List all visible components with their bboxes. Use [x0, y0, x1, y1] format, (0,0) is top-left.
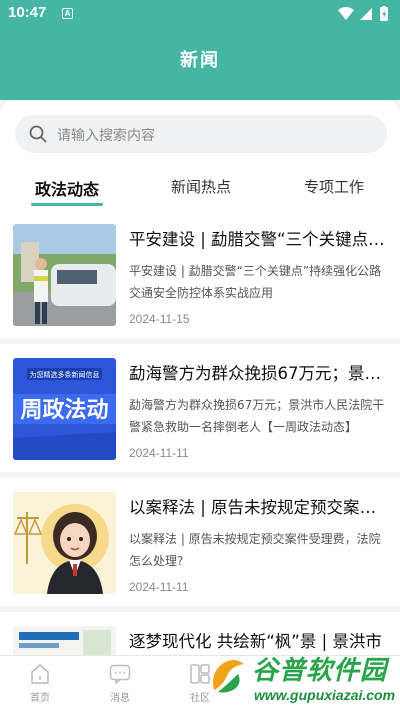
news-tabs: 政法动态 新闻热点 专项工作	[0, 170, 400, 210]
search-input[interactable]: 请输入搜索内容	[15, 115, 387, 153]
tab-special-work[interactable]: 专项工作	[274, 176, 394, 197]
article-summary: 勐海警方为群众挽损67万元；景洪市人民法院干警紧急救助一名摔倒老人【一周政法动态…	[129, 398, 385, 434]
main-content: 请输入搜索内容 政法动态 新闻热点 专项工作 平安建设 | 勐腊交警“三个关键点	[0, 100, 400, 655]
article-summary: 平安建设 | 勐腊交警“三个关键点”持续强化公路交通安全防控体系实战应用	[129, 264, 382, 300]
article-thumbnail	[13, 626, 116, 655]
status-bar: 10:47 A	[0, 0, 400, 28]
tab-news-hotspots[interactable]: 新闻热点	[141, 176, 261, 197]
list-item[interactable]: 为您精选多条新闻信息 周政法动 勐海警方为群众挽损67万元；景洪市人民法院干警紧…	[0, 344, 400, 472]
search-icon	[29, 125, 47, 143]
watermark-logo-icon	[213, 660, 244, 693]
page-title: 新闻	[180, 50, 220, 71]
article-date: 2024-11-15	[129, 312, 190, 326]
watermark-title: 谷普软件园	[252, 656, 388, 686]
thumb-banner-text: 为您精选多条新闻信息	[30, 370, 100, 379]
status-icons	[338, 6, 388, 21]
list-item[interactable]: 以案释法 | 原告未按规定预交案件受理费，法院怎么处理？ 以案释法 | 原告未按…	[0, 478, 400, 606]
active-tab-indicator	[31, 203, 103, 206]
article-list: 平安建设 | 勐腊交警“三个关键点”持续强化公路交通安全防控体系实战应用 平安建…	[0, 210, 400, 655]
nav-home[interactable]: 首页	[10, 662, 70, 704]
article-date: 2024-11-11	[129, 580, 189, 594]
notification-a-icon: A	[62, 8, 73, 19]
message-icon	[109, 664, 131, 685]
article-thumbnail: 为您精选多条新闻信息 周政法动	[13, 358, 116, 460]
home-icon	[31, 664, 49, 684]
article-title: 勐海警方为群众挽损67万元；景洪市人民法院干警紧急救助一名摔倒老人	[129, 364, 391, 383]
article-date: 2024-11-11	[129, 446, 189, 460]
article-title: 以案释法 | 原告未按规定预交案件受理费，法院怎么处理？	[129, 498, 391, 517]
status-time: 10:47	[8, 4, 47, 21]
nav-messages-label: 消息	[110, 693, 130, 704]
search-placeholder: 请输入搜索内容	[57, 128, 155, 144]
app-header: 10:47 A 新闻	[0, 0, 400, 100]
article-thumbnail	[13, 224, 116, 326]
article-title: 平安建设 | 勐腊交警“三个关键点”持续强化公路交通安全防控体系实战应用	[129, 230, 391, 249]
watermark-url: www.gupuxiazai.com	[254, 687, 396, 703]
signal-icon	[360, 8, 372, 20]
watermark: 谷普软件园 www.gupuxiazai.com	[206, 648, 396, 708]
nav-home-label: 首页	[30, 693, 50, 704]
article-summary: 以案释法 | 原告未按规定预交案件受理费，法院怎么处理?	[129, 532, 381, 568]
nav-messages[interactable]: 消息	[90, 662, 150, 704]
thumb-title-text: 周政法动	[20, 397, 108, 423]
article-thumbnail	[13, 492, 116, 594]
wifi-icon	[338, 7, 354, 20]
tab-political-legal-news[interactable]: 政法动态	[7, 176, 127, 200]
list-item[interactable]: 平安建设 | 勐腊交警“三个关键点”持续强化公路交通安全防控体系实战应用 平安建…	[0, 210, 400, 338]
